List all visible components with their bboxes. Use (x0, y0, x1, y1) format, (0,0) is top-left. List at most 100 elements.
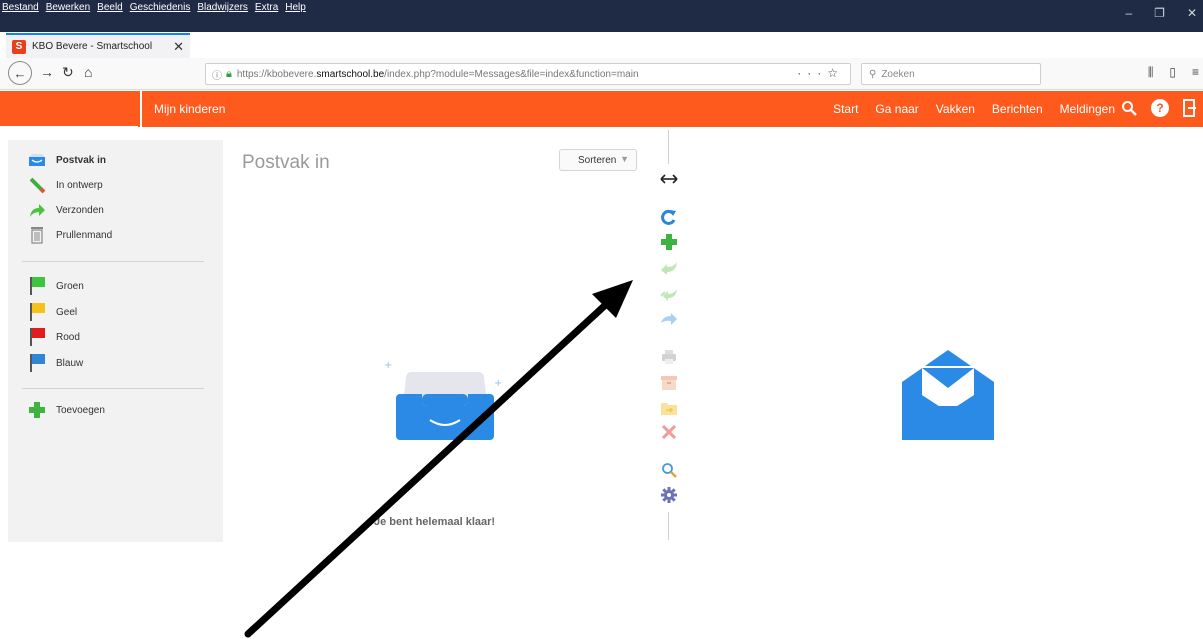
nav-ga-naar[interactable]: Ga naar (875, 102, 918, 116)
plus-icon (28, 401, 46, 419)
toolbar-divider (668, 512, 669, 540)
nav-vakken[interactable]: Vakken (936, 102, 975, 116)
lock-icon[interactable]: 🔒︎ (226, 68, 232, 81)
navigation-bar: ← → ↻ ⌂ ⓘ 🔒︎ https://kbobevere.smartscho… (0, 58, 1203, 90)
close-tab-icon[interactable]: ✕ (173, 39, 184, 55)
window-controls: – ❐ ✕ (1125, 6, 1197, 20)
menu-item-bookmarks[interactable]: Bladwijzers (197, 2, 248, 13)
tab-title: KBO Bevere - Smartschool (32, 41, 153, 52)
sidebar-item-prullenmand[interactable]: Prullenmand (28, 225, 112, 245)
window-title-bar: Bestand Bewerken Beeld Geschiedenis Blad… (0, 0, 1203, 32)
sidebar-item-groen[interactable]: Groen (28, 276, 84, 296)
smartschool-top-bar: Mijn kinderen Start Ga naar Vakken Beric… (0, 91, 1203, 127)
folder-label: Prullenmand (56, 229, 113, 241)
restore-icon[interactable]: ❐ (1154, 6, 1165, 20)
close-window-icon[interactable]: ✕ (1187, 6, 1197, 20)
empty-state-message: Je bent helemaal klaar! (374, 516, 496, 528)
sort-label: Sorteren (578, 154, 617, 166)
nav-meldingen[interactable]: Meldingen (1060, 102, 1115, 116)
browser-tab[interactable]: S KBO Bevere - Smartschool ✕ (6, 33, 190, 58)
sidebar-divider (22, 388, 204, 389)
page-actions-icon[interactable]: ···☆ (797, 66, 844, 80)
pencil-icon (28, 176, 46, 194)
green-flag-icon (28, 277, 46, 295)
trash-icon (28, 226, 46, 244)
delete-icon[interactable] (658, 421, 680, 443)
info-icon[interactable]: ⓘ (212, 67, 222, 82)
reply-icon[interactable] (658, 257, 680, 279)
tab-mijn-kinderen[interactable]: Mijn kinderen (140, 91, 232, 127)
logout-icon[interactable] (1183, 99, 1197, 117)
folder-label: Postvak in (56, 154, 107, 166)
menu-item-view[interactable]: Beeld (97, 2, 123, 13)
sidebar-item-verzonden[interactable]: Verzonden (28, 200, 104, 220)
forward-icon[interactable] (658, 308, 680, 330)
search-placeholder: Zoeken (881, 68, 915, 80)
new-tab-icon[interactable]: + (193, 33, 203, 53)
home-icon[interactable]: ⌂ (84, 64, 92, 80)
search-icon[interactable] (1121, 100, 1137, 116)
forward-nav-icon[interactable]: → (40, 64, 54, 80)
tab-mijn-kinderen-label: Mijn kinderen (154, 102, 226, 116)
move-folder-icon[interactable] (658, 397, 680, 419)
menu-bar: Bestand Bewerken Beeld Geschiedenis Blad… (2, 2, 306, 13)
magnifier-icon: ⚲ (869, 68, 877, 80)
flag-label: Rood (56, 331, 80, 343)
hamburger-menu-icon[interactable]: ≡ (1192, 65, 1199, 80)
sort-dropdown[interactable]: Sorteren ▼ (559, 149, 637, 171)
sent-arrow-icon (28, 201, 46, 219)
flag-label: Blauw (56, 357, 84, 369)
message-folders-sidebar: Postvak in In ontwerp Verzonden Prullenm… (8, 140, 223, 542)
folder-label: Verzonden (56, 204, 104, 216)
appbar-icons: ? (1121, 99, 1197, 117)
sidebar-item-in-ontwerp[interactable]: In ontwerp (28, 175, 103, 195)
menu-item-help[interactable]: Help (285, 2, 306, 13)
chevron-down-icon: ▼ (620, 154, 629, 164)
browser-toolbar: ⫼ ▯ ≡ (1148, 65, 1199, 80)
page-title: Postvak in (242, 152, 330, 173)
flag-label: Geel (56, 306, 78, 318)
sidebar-item-rood[interactable]: Rood (28, 327, 80, 347)
reload-icon[interactable]: ↻ (62, 64, 74, 81)
main-navigation: Start Ga naar Vakken Berichten Meldingen (833, 102, 1115, 116)
address-bar[interactable]: ⓘ 🔒︎ https://kbobevere.smartschool.be/in… (205, 63, 851, 85)
folder-label: In ontwerp (56, 179, 103, 191)
add-flag-button[interactable]: Toevoegen (28, 400, 105, 420)
svg-text:+: + (494, 378, 502, 389)
new-message-icon[interactable] (658, 231, 680, 253)
red-flag-icon (28, 328, 46, 346)
add-flag-label: Toevoegen (56, 404, 105, 416)
sidebar-item-postvak-in[interactable]: Postvak in (28, 150, 106, 170)
menu-item-history[interactable]: Geschiedenis (130, 2, 191, 13)
menu-item-edit[interactable]: Bewerken (46, 2, 90, 13)
empty-inbox-illustration: + + (384, 360, 502, 440)
yellow-flag-icon (28, 303, 46, 321)
refresh-icon[interactable] (658, 206, 680, 228)
sidebar-item-blauw[interactable]: Blauw (28, 353, 83, 373)
toolbar-divider (668, 130, 669, 164)
resize-icon[interactable] (658, 168, 680, 190)
svg-text:+: + (384, 360, 392, 371)
help-icon[interactable]: ? (1151, 99, 1169, 117)
archive-icon[interactable] (658, 372, 680, 394)
library-icon[interactable]: ⫼ (1148, 65, 1154, 80)
back-icon[interactable]: ← (8, 61, 32, 85)
flag-label: Groen (56, 280, 84, 292)
nav-berichten[interactable]: Berichten (992, 102, 1043, 116)
menu-item-tools[interactable]: Extra (255, 2, 278, 13)
print-icon[interactable] (658, 346, 680, 368)
tab-underline (0, 126, 138, 129)
sidebar-item-geel[interactable]: Geel (28, 302, 77, 322)
sidebar-divider (22, 261, 204, 262)
page: Bestand Bewerken Beeld Geschiedenis Blad… (0, 0, 1203, 639)
blue-flag-icon (28, 354, 46, 372)
minimize-icon[interactable]: – (1125, 6, 1132, 20)
search-icon[interactable] (658, 459, 680, 481)
menu-item-file[interactable]: Bestand (2, 2, 39, 13)
settings-icon[interactable] (658, 484, 680, 506)
envelope-illustration (902, 350, 994, 440)
nav-start[interactable]: Start (833, 102, 858, 116)
sidebar-toggle-icon[interactable]: ▯ (1169, 65, 1176, 80)
reply-all-icon[interactable] (658, 283, 680, 305)
search-bar[interactable]: ⚲ Zoeken (861, 63, 1041, 85)
